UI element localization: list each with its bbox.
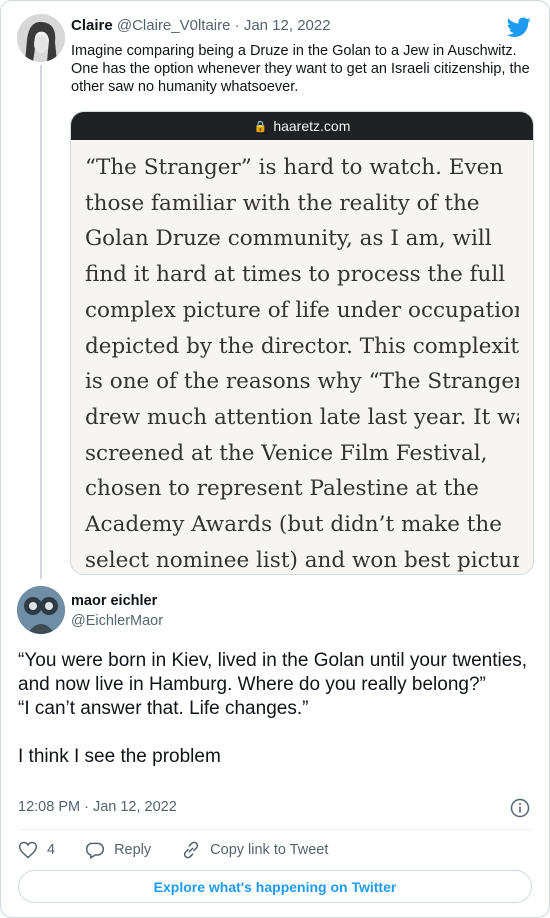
browser-url-bar: 🔒 haaretz.com [71, 112, 533, 140]
article-line: drew much attention late last year. It w… [85, 404, 519, 430]
article-line: select nominee list) and won best pictur… [85, 547, 519, 573]
avatar-maor[interactable] [17, 586, 65, 634]
divider [18, 829, 532, 830]
author-name[interactable]: Claire [71, 17, 113, 34]
article-line: chosen to represent Palestine at the [85, 476, 479, 502]
author-handle[interactable]: @EichlerMaor [71, 613, 163, 629]
avatar-claire[interactable] [17, 14, 65, 62]
tweet-actions: 4 Reply Copy link to Tweet [18, 839, 358, 861]
article-line: Golan Druze community, as I am, will [85, 226, 492, 252]
parent-tweet-text: Imagine comparing being a Druze in the G… [71, 43, 530, 95]
tweet-paragraph: “You were born in Kiev, lived in the Gol… [18, 650, 528, 695]
reply-button[interactable]: Reply [85, 840, 151, 860]
article-line: find it hard at times to process the ful… [85, 262, 506, 288]
lock-icon: 🔒 [253, 120, 268, 133]
reply-icon [85, 842, 105, 859]
author-name[interactable]: maor eichler [71, 593, 157, 609]
copy-link-label: Copy link to Tweet [210, 842, 329, 858]
tweet-paragraph: “I can’t answer that. Life changes.” [18, 698, 309, 719]
separator-dot: · [234, 17, 240, 34]
article-line: “The Stranger” is hard to watch. Even [85, 155, 504, 180]
main-tweet-text: “You were born in Kiev, lived in the Gol… [18, 649, 538, 769]
article-excerpt: “The Stranger” is hard to watch. Even th… [71, 140, 533, 574]
thread-line [40, 65, 42, 579]
article-line: depicted by the director. This complexit… [85, 333, 519, 359]
like-button[interactable]: 4 [18, 840, 55, 860]
info-icon[interactable] [510, 798, 530, 818]
parent-tweet-header: Claire @Claire_V0ltaire · Jan 12, 2022 [71, 17, 331, 35]
url-text: haaretz.com [273, 118, 351, 134]
explore-button[interactable]: Explore what's happening on Twitter [18, 870, 532, 903]
tweet-image[interactable]: 🔒 haaretz.com “The Stranger” is hard to … [70, 111, 534, 575]
copy-link-button[interactable]: Copy link to Tweet [181, 840, 328, 860]
article-line: screened at the Venice Film Festival, [85, 440, 488, 466]
like-count: 4 [47, 842, 56, 858]
tweet-paragraph: I think I see the problem [18, 746, 221, 767]
tweet-date[interactable]: Jan 12, 2022 [244, 17, 331, 34]
article-line: those familiar with the reality of the [85, 190, 480, 216]
article-line: Academy Awards (but didn’t make the [85, 512, 502, 538]
author-handle[interactable]: @Claire_V0ltaire [117, 17, 231, 34]
tweet-timestamp[interactable]: 12:08 PM · Jan 12, 2022 [18, 799, 177, 815]
heart-icon [18, 841, 38, 859]
tweet-embed-card: Claire @Claire_V0ltaire · Jan 12, 2022 I… [0, 0, 550, 918]
link-icon [184, 841, 199, 859]
twitter-bird-icon[interactable] [507, 15, 531, 39]
reply-label: Reply [114, 842, 152, 858]
article-line: complex picture of life under occupation [85, 297, 519, 323]
article-line: is one of the reasons why “The Stranger” [85, 369, 519, 395]
